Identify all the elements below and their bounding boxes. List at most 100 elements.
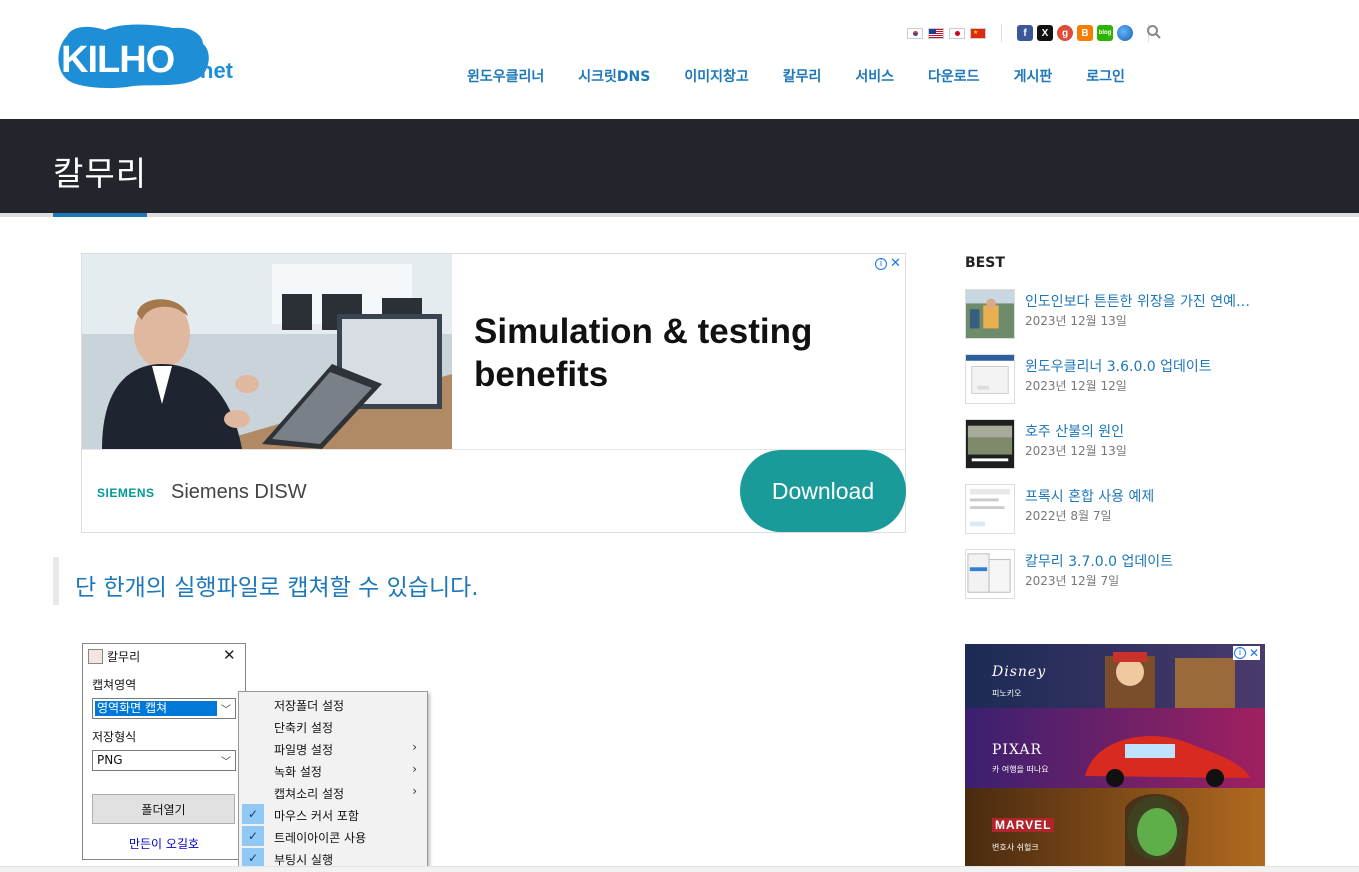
- menu-item-label: 저장폴더 설정: [274, 699, 345, 713]
- naver-blog-icon[interactable]: blog: [1097, 25, 1113, 41]
- menu-item-label: 녹화 설정: [274, 765, 322, 779]
- menu-item-label: 트레이아이콘 사용: [274, 831, 367, 845]
- save-format-select: PNG ﹀: [92, 750, 236, 771]
- facebook-icon[interactable]: f: [1017, 25, 1033, 41]
- post-thumbnail[interactable]: [965, 419, 1015, 469]
- kalmuri-app-window: 칼무리 ✕ 캡쳐영역 영역화면 캡쳐 ﹀ 저장형식 PNG ﹀ 폴더열기 만든이…: [82, 643, 246, 860]
- page-title: 칼무리: [53, 154, 148, 193]
- save-format-label: 저장형식: [92, 730, 137, 744]
- settings-context-menu: 저장폴더 설정 단축키 설정 파일명 설정 › 녹화 설정 › 캡쳐소리 설정 › ✓…: [238, 691, 428, 868]
- ad-subtitle: 변호사 쉬헐크: [992, 843, 1039, 852]
- ad-headline[interactable]: Simulation & testing benefits: [474, 310, 834, 396]
- ad-download-button[interactable]: Download: [740, 450, 906, 532]
- menu-item-label: 파일명 설정: [274, 743, 334, 757]
- post-thumbnail[interactable]: [965, 354, 1015, 404]
- ad-brand: Disney: [992, 664, 1047, 680]
- best-item: 칼무리 3.7.0.0 업데이트 2023년 12월 7일: [965, 549, 1265, 601]
- ad-brand-logo[interactable]: SIEMENS: [97, 486, 155, 500]
- nav-windowcleaner[interactable]: 윈도우클리너: [450, 66, 561, 88]
- ad-band-pixar: PIXAR 카 여행을 떠나요: [965, 708, 1265, 788]
- title-underline: [0, 213, 1359, 217]
- post-date: 2023년 12월 13일: [1025, 314, 1127, 328]
- blogger-icon[interactable]: B: [1077, 25, 1093, 41]
- flag-japan-icon[interactable]: [949, 27, 965, 39]
- menu-item-filename: 파일명 설정 ›: [239, 737, 427, 759]
- post-thumbnail[interactable]: [965, 289, 1015, 339]
- ad-advertiser-name[interactable]: Siemens DISW: [171, 481, 307, 504]
- ad-choices: i ✕: [875, 256, 901, 271]
- ad-close-icon[interactable]: ✕: [890, 256, 901, 271]
- close-icon: ✕: [223, 646, 236, 664]
- check-icon: ✓: [242, 848, 264, 868]
- nav-board[interactable]: 게시판: [997, 66, 1070, 88]
- best-item: 윈도우클리너 3.6.0.0 업데이트 2023년 12월 12일: [965, 354, 1265, 406]
- divider: [1001, 24, 1002, 42]
- post-link[interactable]: 칼무리 3.7.0.0 업데이트: [1025, 551, 1265, 571]
- nav-kalmuri[interactable]: 칼무리: [766, 66, 839, 88]
- capture-area-select: 영역화면 캡쳐 ﹀: [92, 698, 236, 719]
- nav-login[interactable]: 로그인: [1069, 66, 1142, 88]
- menu-item-capture-sound: 캡쳐소리 설정 ›: [239, 781, 427, 803]
- search-icon[interactable]: [1146, 24, 1162, 40]
- ad-choices: i ✕: [1233, 646, 1261, 660]
- nav-services[interactable]: 서비스: [838, 66, 911, 88]
- best-heading: BEST: [965, 255, 1005, 271]
- ad-brand: PIXAR: [992, 742, 1043, 758]
- post-link[interactable]: 인도인보다 튼튼한 위장을 가진 연예…: [1025, 291, 1265, 311]
- best-item: 프록시 혼합 사용 예제 2022년 8월 7일: [965, 484, 1265, 536]
- quote-text: 단 한개의 실행파일로 캡쳐할 수 있습니다.: [75, 575, 479, 601]
- flag-china-icon[interactable]: ★: [970, 27, 986, 39]
- post-link[interactable]: 호주 산불의 원인: [1025, 421, 1265, 441]
- menu-item-label: 단축키 설정: [274, 721, 334, 735]
- ad-subtitle: 피노키오: [992, 689, 1022, 698]
- post-link[interactable]: 윈도우클리너 3.6.0.0 업데이트: [1025, 356, 1265, 376]
- menu-item-hotkey: 단축키 설정: [239, 715, 427, 737]
- google-plus-icon[interactable]: g: [1057, 25, 1073, 41]
- post-date: 2023년 12월 13일: [1025, 444, 1127, 458]
- quote-bar: [53, 557, 59, 605]
- ad-info-icon[interactable]: i: [1234, 647, 1246, 659]
- title-accent: [53, 213, 147, 217]
- svg-text:KILHO: KILHO: [61, 39, 174, 81]
- ad-close-icon[interactable]: ✕: [1249, 646, 1259, 660]
- chevron-down-icon: ﹀: [221, 757, 231, 768]
- menu-item-label: 캡쳐소리 설정: [274, 787, 345, 801]
- ad-brand: MARVEL: [992, 818, 1055, 832]
- top-advertisement[interactable]: Simulation & testing benefits SIEMENS Si…: [81, 253, 906, 533]
- ad-subtitle: 카 여행을 떠나요: [992, 765, 1049, 774]
- flag-korea-icon[interactable]: [907, 27, 923, 39]
- nav-image-storage[interactable]: 이미지창고: [667, 66, 765, 88]
- save-format-value: PNG: [97, 753, 123, 767]
- x-icon[interactable]: X: [1037, 25, 1053, 41]
- app-icon: [88, 649, 103, 664]
- nav-secretdns[interactable]: 시크릿DNS: [561, 66, 667, 88]
- svg-text:net: net: [200, 58, 234, 83]
- check-icon: ✓: [242, 804, 264, 824]
- menu-item-recording: 녹화 설정 ›: [239, 759, 427, 781]
- capture-area-label: 캡쳐영역: [92, 678, 137, 692]
- flag-usa-icon[interactable]: [928, 27, 944, 39]
- ad-photo: [82, 254, 452, 449]
- site-logo[interactable]: KILHO net: [53, 22, 249, 90]
- menu-item-label: 마우스 커서 포함: [274, 809, 359, 823]
- submenu-arrow-icon: ›: [412, 762, 417, 776]
- chevron-down-icon: ﹀: [221, 705, 231, 716]
- horizontal-scrollbar[interactable]: [0, 866, 1359, 872]
- ad-artwork: [1125, 794, 1189, 867]
- nav-download[interactable]: 다운로드: [911, 66, 997, 88]
- post-thumbnail[interactable]: [965, 484, 1015, 534]
- window-title: 칼무리: [107, 650, 141, 664]
- check-icon: ✓: [242, 826, 264, 846]
- side-advertisement[interactable]: Disney 피노키오 PIXAR 카 여행을 떠나요 MARVEL 변호사 쉬…: [965, 644, 1265, 867]
- post-thumbnail[interactable]: [965, 549, 1015, 599]
- ad-band-marvel: MARVEL 변호사 쉬헐크: [965, 788, 1265, 867]
- language-and-social-bar: ★ f X g B blog: [907, 24, 1159, 42]
- post-link[interactable]: 프록시 혼합 사용 예제: [1025, 486, 1265, 506]
- menu-item-save-folder: 저장폴더 설정: [239, 693, 427, 715]
- ad-info-icon[interactable]: i: [875, 257, 887, 270]
- ad-artwork: [1085, 736, 1250, 787]
- best-item: 호주 산불의 원인 2023년 12월 13일: [965, 419, 1265, 471]
- author-link: 만든이 오길호: [128, 837, 200, 851]
- globe-icon[interactable]: [1117, 25, 1133, 41]
- menu-item-tray-icon: ✓ 트레이아이콘 사용: [239, 825, 427, 847]
